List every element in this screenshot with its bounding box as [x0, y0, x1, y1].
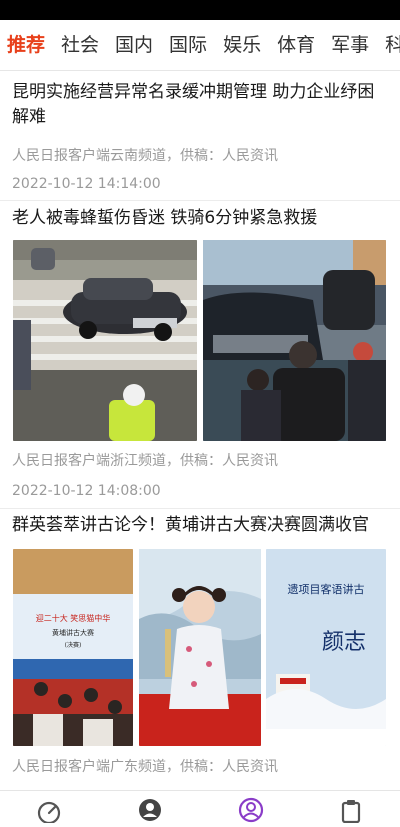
banner-line2: 黄埔讲古大赛 [52, 628, 94, 637]
news-source: 人民日报客户端云南频道，供稿：人民资讯 [12, 148, 278, 164]
news-source: 人民日报客户端广东频道，供稿：人民资讯 [12, 759, 278, 775]
board-line1: 遗项目客语讲古 [288, 582, 365, 596]
status-bar [0, 0, 400, 20]
board-line2: 颜志 [322, 630, 366, 655]
profile-icon[interactable] [238, 797, 264, 823]
bottom-nav [0, 790, 400, 825]
user-icon[interactable] [137, 797, 163, 823]
clipboard-icon[interactable] [338, 797, 364, 824]
news-image-rescue[interactable] [203, 240, 386, 441]
car-crossing-illustration [13, 240, 197, 441]
news-image-car-crossing[interactable] [13, 240, 197, 441]
tab-recommend[interactable]: 推荐 [0, 20, 53, 70]
speaker-illustration [139, 549, 261, 746]
news-time: 2022-10-12 14:08:00 [12, 483, 161, 499]
rescue-illustration [203, 240, 386, 441]
tab-domestic[interactable]: 国内 [107, 20, 161, 70]
gauge-icon[interactable] [36, 797, 62, 825]
banner-line1: 迎二十大 笑思猫中华 [36, 613, 111, 623]
news-title[interactable]: 老人被毒蜂蜇伤昏迷 铁骑6分钟紧急救援 [12, 206, 388, 231]
news-image-stage[interactable]: 迎二十大 笑思猫中华 黄埔讲古大赛 (决赛) [13, 549, 133, 746]
news-source: 人民日报客户端浙江频道，供稿：人民资讯 [12, 453, 278, 469]
news-image-speaker[interactable] [139, 549, 261, 746]
divider [0, 508, 400, 509]
news-title[interactable]: 昆明实施经营异常名录缓冲期管理 助力企业纾困解难 [12, 80, 388, 130]
news-image-board[interactable]: 遗项目客语讲古 颜志 [266, 549, 386, 746]
board-illustration: 遗项目客语讲古 颜志 [266, 549, 386, 746]
tab-international[interactable]: 国际 [161, 20, 215, 70]
banner-line3: (决赛) [65, 641, 82, 649]
stage-illustration: 迎二十大 笑思猫中华 黄埔讲古大赛 (决赛) [13, 549, 133, 746]
category-tabs: 推荐 社会 国内 国际 娱乐 体育 军事 科技 [0, 20, 400, 71]
news-time: 2022-10-12 14:14:00 [12, 176, 161, 192]
tab-military[interactable]: 军事 [323, 20, 377, 70]
tab-entertainment[interactable]: 娱乐 [215, 20, 269, 70]
tab-tech[interactable]: 科技 [377, 20, 400, 70]
divider [0, 200, 400, 201]
tab-sports[interactable]: 体育 [269, 20, 323, 70]
news-title[interactable]: 群英荟萃讲古论今！黄埔讲古大赛决赛圆满收官 [12, 513, 388, 538]
tab-society[interactable]: 社会 [53, 20, 107, 70]
